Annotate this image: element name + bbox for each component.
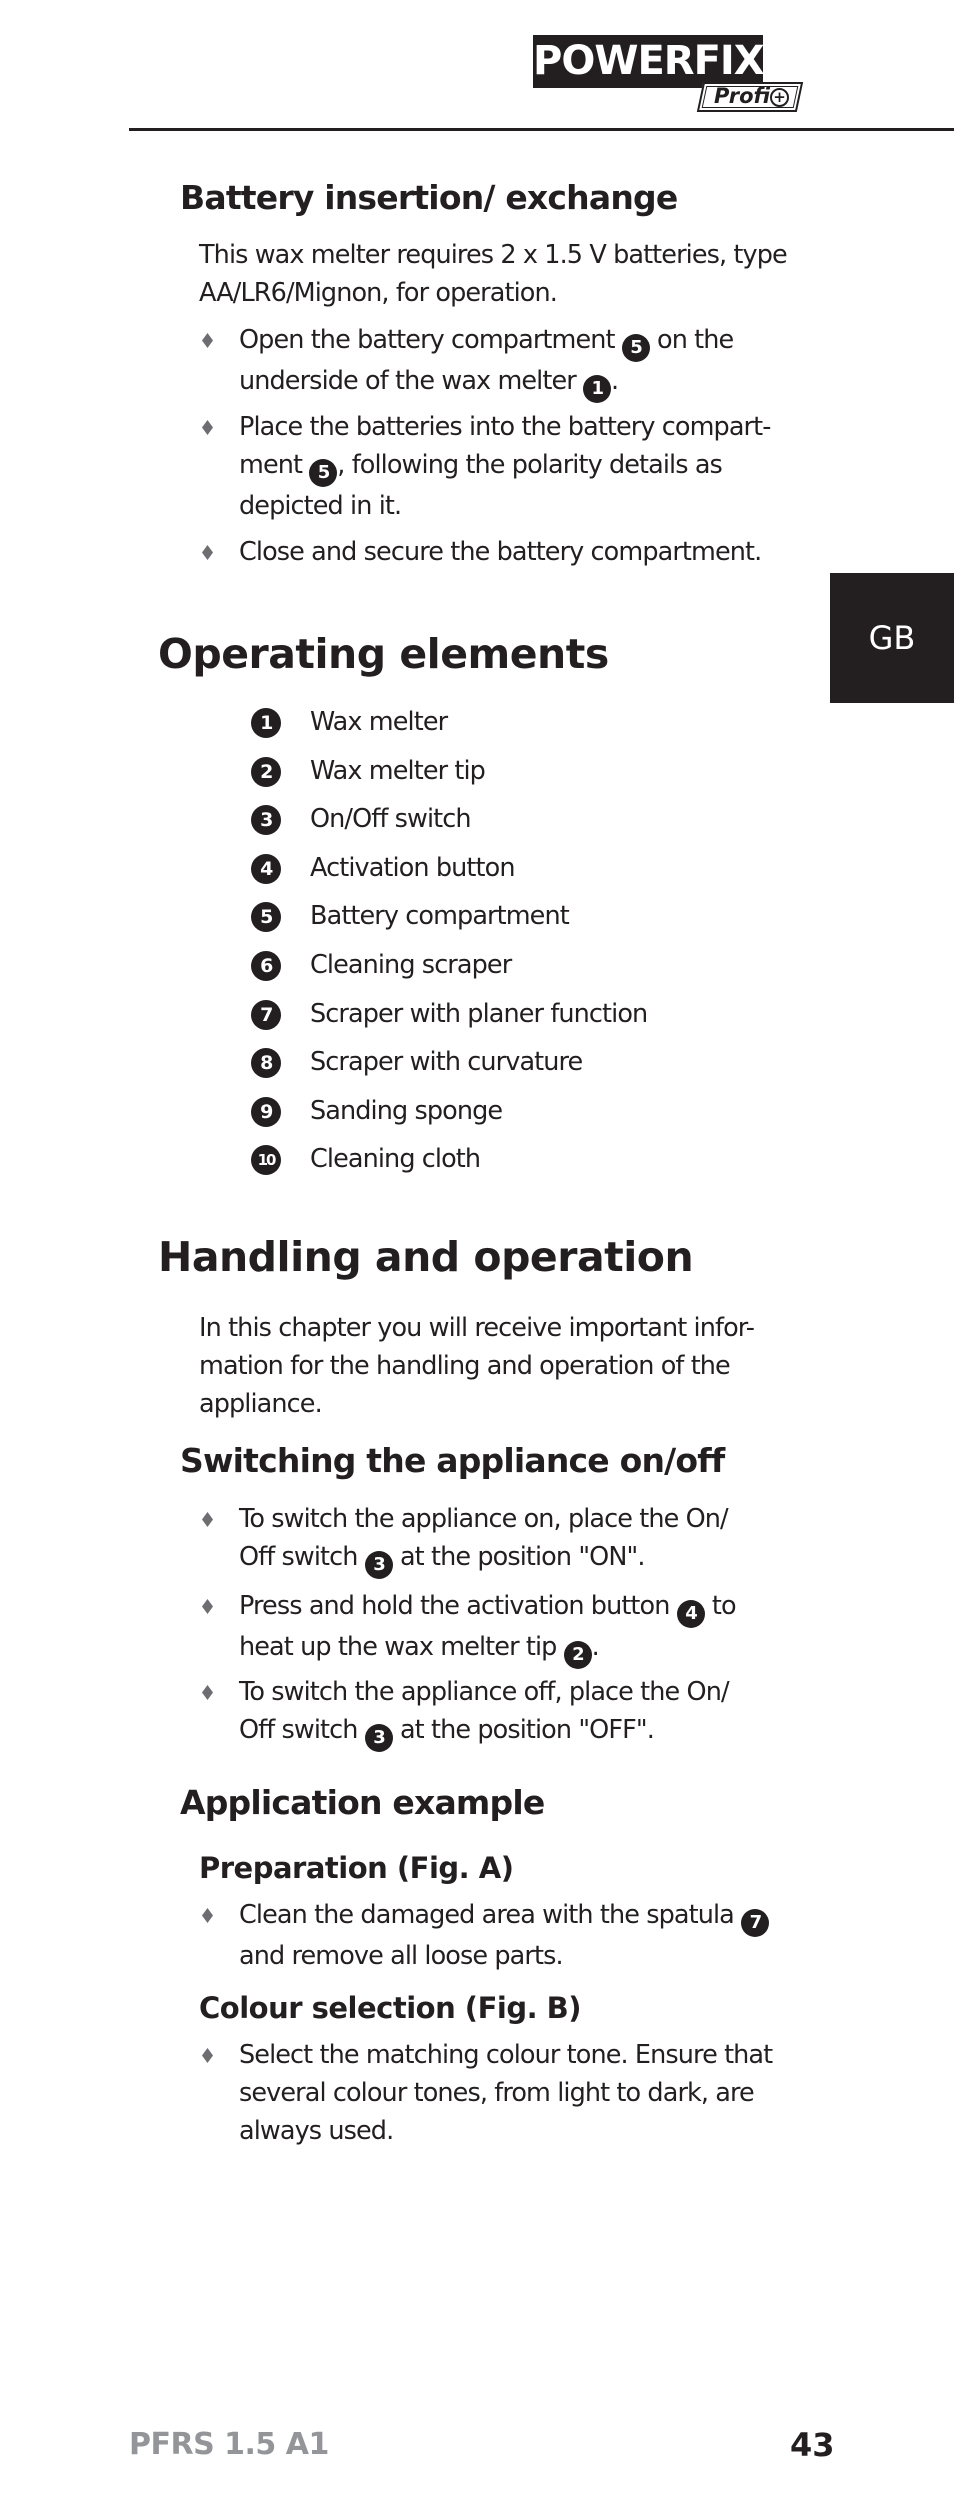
reference-number-badge: 3 xyxy=(364,1724,393,1752)
heading-operating-elements: Operating elements xyxy=(158,630,609,678)
diamond-bullet-icon xyxy=(202,2048,213,2063)
bullet-text: Press and hold the activation button 4 t… xyxy=(239,1587,737,1669)
bullet-line: depicted in it. xyxy=(239,491,402,521)
bullet-line: Place the batteries into the battery com… xyxy=(239,412,771,442)
item-number-badge: 9 xyxy=(251,1097,281,1127)
bullet-line: Clean the damaged area with the spatula … xyxy=(239,1896,770,1937)
bullet-text: Select the matching colour tone. Ensure … xyxy=(239,2036,773,2150)
handling-intro-line: appliance. xyxy=(199,1389,323,1419)
heading-handling: Handling and operation xyxy=(158,1233,694,1281)
bullet-line: several colour tones, from light to dark… xyxy=(239,2078,755,2108)
bullet-line: To switch the appliance on, place the On… xyxy=(239,1504,729,1534)
item-label: Cleaning cloth xyxy=(310,1144,481,1174)
item-number-badge: 8 xyxy=(251,1048,281,1078)
heading-colour-selection: Colour selection (Fig. B) xyxy=(199,1991,582,2025)
bullet-text: Open the battery compartment 5 on the und… xyxy=(239,321,734,403)
bullet-line: Off switch 3 at the position "OFF". xyxy=(239,1711,729,1752)
reference-number-badge: 5 xyxy=(309,459,338,487)
reference-number-badge: 2 xyxy=(563,1641,592,1669)
item-label: Cleaning scraper xyxy=(310,950,512,980)
bullet-line: ment 5, following the polarity details a… xyxy=(239,446,771,487)
item-label: Wax melter tip xyxy=(310,756,486,786)
diamond-bullet-icon xyxy=(202,1908,213,1923)
battery-intro-line: AA/LR6/Mignon, for operation. xyxy=(199,278,558,308)
bullet-text: Close and secure the battery compartment… xyxy=(239,533,762,571)
bullet-line: and remove all loose parts. xyxy=(239,1941,564,1971)
brand-logo: POWERFIX xyxy=(533,35,765,88)
item-number-badge: 5 xyxy=(251,902,281,932)
heading-battery: Battery insertion/ exchange xyxy=(180,178,678,217)
diamond-bullet-icon xyxy=(202,1685,213,1700)
item-number-badge: 4 xyxy=(251,854,281,884)
bullet-text: Clean the damaged area with the spatula … xyxy=(239,1896,770,1975)
language-tab: GB xyxy=(830,573,954,703)
bullet-line: Select the matching colour tone. Ensure … xyxy=(239,2040,773,2070)
item-number-badge: 3 xyxy=(251,805,281,835)
bullet-text: Place the batteries into the battery com… xyxy=(239,408,771,525)
page-number: 43 xyxy=(790,2426,835,2464)
reference-number-badge: 3 xyxy=(364,1551,393,1579)
footer-model: PFRS 1.5 A1 xyxy=(129,2427,329,2462)
item-number-badge: 10 xyxy=(251,1145,281,1175)
bullet-line: Press and hold the activation button 4 t… xyxy=(239,1587,737,1628)
heading-preparation: Preparation (Fig. A) xyxy=(199,1851,514,1885)
bullet-line: Close and secure the battery compartment… xyxy=(239,537,762,567)
battery-intro-line: This wax melter requires 2 x 1.5 V batte… xyxy=(199,240,788,270)
item-label: Sanding sponge xyxy=(310,1096,503,1126)
header-rule xyxy=(129,128,954,131)
registered-mark: ® xyxy=(751,36,760,46)
diamond-bullet-icon xyxy=(202,1599,213,1614)
bullet-line: underside of the wax melter 1. xyxy=(239,362,733,403)
bullet-line: Off switch 3 at the position "ON". xyxy=(239,1538,728,1579)
item-label: Battery compartment xyxy=(310,901,570,931)
item-number-badge: 2 xyxy=(251,757,281,787)
heading-application: Application example xyxy=(180,1783,545,1822)
item-number-badge: 6 xyxy=(251,951,281,981)
bullet-line: Open the battery compartment 5 on the xyxy=(239,321,734,362)
diamond-bullet-icon xyxy=(202,1512,213,1527)
reference-number-badge: 1 xyxy=(583,375,612,403)
handling-intro-line: mation for the handling and operation of… xyxy=(199,1351,731,1381)
item-label: On/Off switch xyxy=(310,804,472,834)
item-label: Wax melter xyxy=(310,707,448,737)
bullet-text: To switch the appliance off, place the O… xyxy=(239,1673,730,1752)
battery-intro: This wax melter requires 2 x 1.5 V batte… xyxy=(199,236,788,312)
bullet-line: heat up the wax melter tip 2. xyxy=(239,1628,736,1669)
handling-intro: In this chapter you will receive importa… xyxy=(199,1309,755,1423)
reference-number-badge: 7 xyxy=(741,1909,770,1937)
diamond-bullet-icon xyxy=(202,545,213,560)
item-label: Scraper with curvature xyxy=(310,1047,583,1077)
bullet-text: To switch the appliance on, place the On… xyxy=(239,1500,729,1579)
reference-number-badge: 5 xyxy=(621,334,650,362)
diamond-bullet-icon xyxy=(202,333,213,348)
bullet-line: always used. xyxy=(239,2116,394,2146)
handling-intro-line: In this chapter you will receive importa… xyxy=(199,1313,755,1343)
bullet-line: To switch the appliance off, place the O… xyxy=(239,1677,730,1707)
item-number-badge: 7 xyxy=(251,1000,281,1030)
heading-switching: Switching the appliance on/off xyxy=(180,1441,725,1480)
item-label: Scraper with planer function xyxy=(310,999,648,1029)
item-label: Activation button xyxy=(310,853,515,883)
diamond-bullet-icon xyxy=(202,420,213,435)
item-number-badge: 1 xyxy=(251,708,281,738)
reference-number-badge: 4 xyxy=(676,1600,705,1628)
plus-icon: + xyxy=(770,88,789,107)
